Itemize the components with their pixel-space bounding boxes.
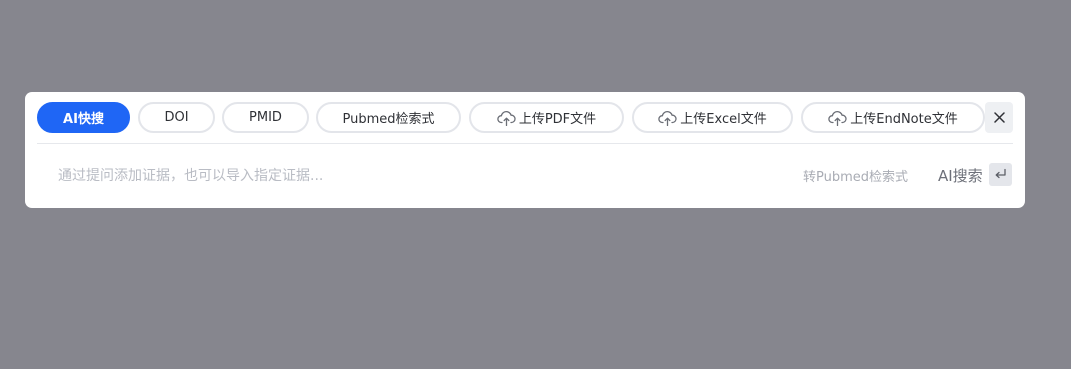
chip-label: AI快搜 bbox=[63, 112, 104, 127]
chip-pmid[interactable]: PMID bbox=[222, 102, 309, 133]
chip-label: 上传EndNote文件 bbox=[850, 112, 958, 127]
search-panel: AI快搜 DOI PMID Pubmed检索式 上传PDF文件 上传Excel文… bbox=[25, 92, 1025, 208]
ai-search-button[interactable]: AI搜索 bbox=[938, 165, 983, 186]
chip-doi[interactable]: DOI bbox=[138, 102, 215, 133]
chip-label: 上传Excel文件 bbox=[680, 112, 767, 127]
chip-pubmed-query[interactable]: Pubmed检索式 bbox=[316, 102, 461, 133]
enter-button[interactable] bbox=[989, 163, 1012, 186]
cloud-upload-icon bbox=[497, 110, 516, 126]
source-chip-bar: AI快搜 DOI PMID Pubmed检索式 上传PDF文件 上传Excel文… bbox=[25, 92, 1025, 144]
enter-key-icon bbox=[994, 165, 1007, 184]
chip-upload-excel[interactable]: 上传Excel文件 bbox=[632, 102, 793, 133]
close-button[interactable] bbox=[985, 102, 1013, 133]
close-icon bbox=[993, 108, 1005, 127]
chip-label: Pubmed检索式 bbox=[342, 112, 435, 127]
cloud-upload-icon bbox=[658, 110, 677, 126]
chip-upload-endnote[interactable]: 上传EndNote文件 bbox=[801, 102, 985, 133]
chip-label: 上传PDF文件 bbox=[518, 112, 597, 127]
chip-label: DOI bbox=[164, 110, 189, 125]
chip-label: PMID bbox=[249, 110, 282, 125]
chip-ai-quick-search[interactable]: AI快搜 bbox=[37, 102, 130, 133]
convert-to-pubmed-link[interactable]: 转Pubmed检索式 bbox=[803, 166, 908, 185]
divider bbox=[37, 143, 1013, 144]
cloud-upload-icon bbox=[828, 110, 847, 126]
search-input[interactable] bbox=[58, 162, 758, 190]
chip-upload-pdf[interactable]: 上传PDF文件 bbox=[469, 102, 624, 133]
